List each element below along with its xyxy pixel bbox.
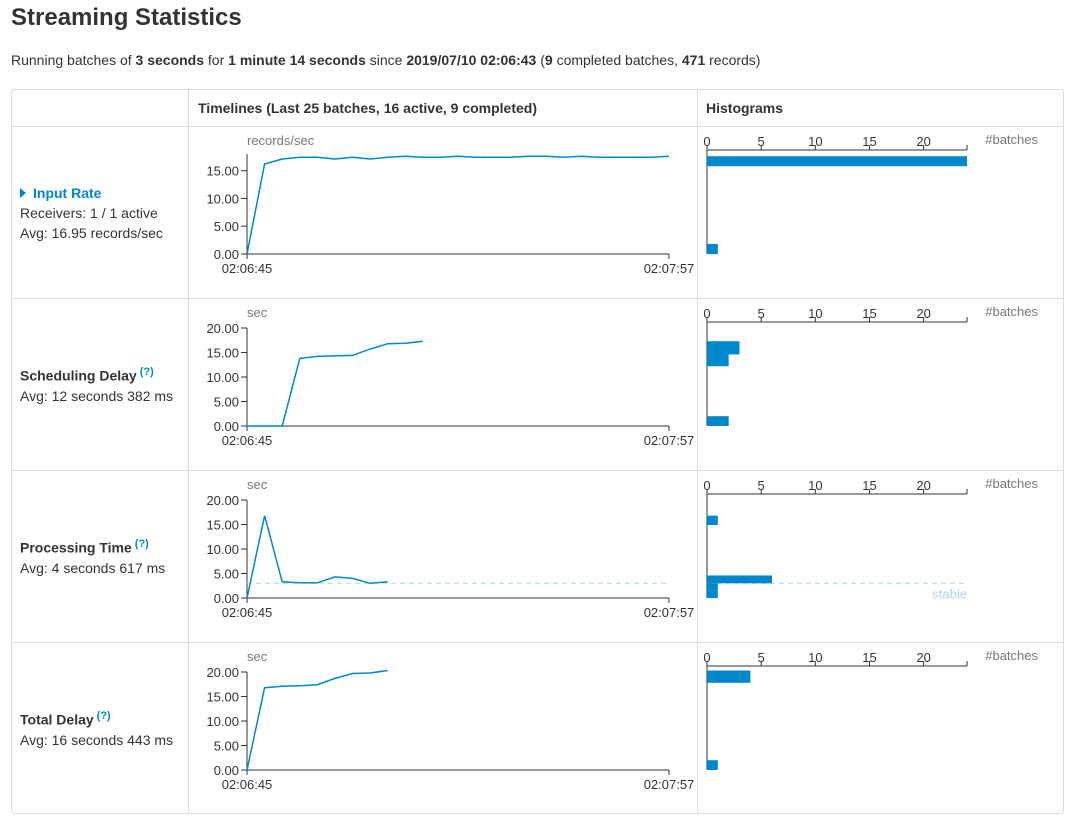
streaming-summary: Running batches of 3 seconds for 1 minut… — [11, 52, 760, 68]
header-histograms: Histograms — [706, 100, 784, 116]
page-title: Streaming Statistics — [11, 4, 242, 31]
summary-text: for — [204, 52, 229, 68]
help-icon[interactable]: (?) — [97, 710, 111, 722]
records-count: 471 — [681, 52, 706, 68]
summary-text: records) — [705, 52, 761, 68]
run-duration: 1 minute 14 seconds — [228, 52, 366, 68]
start-time: 2019/07/10 02:06:43 — [406, 52, 537, 68]
metric-title-text: Total Delay — [20, 711, 94, 728]
metric-processing-time: Processing Time (?) Avg: 4 seconds 617 ms — [20, 534, 190, 578]
summary-text: ( — [536, 52, 545, 68]
input-rate-link[interactable]: Input Rate — [20, 183, 190, 203]
receivers-status: Receivers: 1 / 1 active — [20, 205, 158, 221]
batch-interval: 3 seconds — [135, 52, 205, 68]
row-divider — [12, 470, 1063, 471]
metric-scheduling-delay: Scheduling Delay (?) Avg: 12 seconds 382 … — [20, 362, 190, 406]
column-divider — [697, 90, 698, 813]
row-divider — [12, 126, 1063, 127]
summary-text: since — [365, 52, 407, 68]
metric-title: Processing Time (?) — [20, 534, 190, 558]
metric-title: Total Delay (?) — [20, 706, 190, 730]
summary-text: Running batches of — [11, 52, 136, 68]
stats-table: Timelines (Last 25 batches, 16 active, 9… — [11, 89, 1064, 814]
metric-title-text: Scheduling Delay — [20, 367, 137, 384]
expand-arrow-icon — [20, 188, 26, 198]
metric-input-rate: Input Rate Receivers: 1 / 1 active Avg: … — [20, 183, 190, 243]
metric-avg: Avg: 16 seconds 443 ms — [20, 731, 174, 748]
metric-avg: Avg: 16.95 records/sec — [20, 225, 163, 241]
row-divider — [12, 298, 1063, 299]
header-timelines: Timelines (Last 25 batches, 16 active, 9… — [198, 100, 537, 116]
help-icon[interactable]: (?) — [140, 366, 154, 378]
metric-title: Scheduling Delay (?) — [20, 362, 190, 386]
completed-batches-count: 9 — [544, 52, 553, 68]
metric-total-delay: Total Delay (?) Avg: 16 seconds 443 ms — [20, 706, 190, 750]
summary-text: completed batches, — [552, 52, 682, 68]
metric-avg: Avg: 12 seconds 382 ms — [20, 387, 174, 404]
metric-title: Input Rate — [33, 185, 102, 201]
metric-title-text: Processing Time — [20, 539, 132, 556]
help-icon[interactable]: (?) — [135, 538, 149, 550]
metric-avg: Avg: 4 seconds 617 ms — [20, 559, 166, 576]
row-divider — [12, 642, 1063, 643]
